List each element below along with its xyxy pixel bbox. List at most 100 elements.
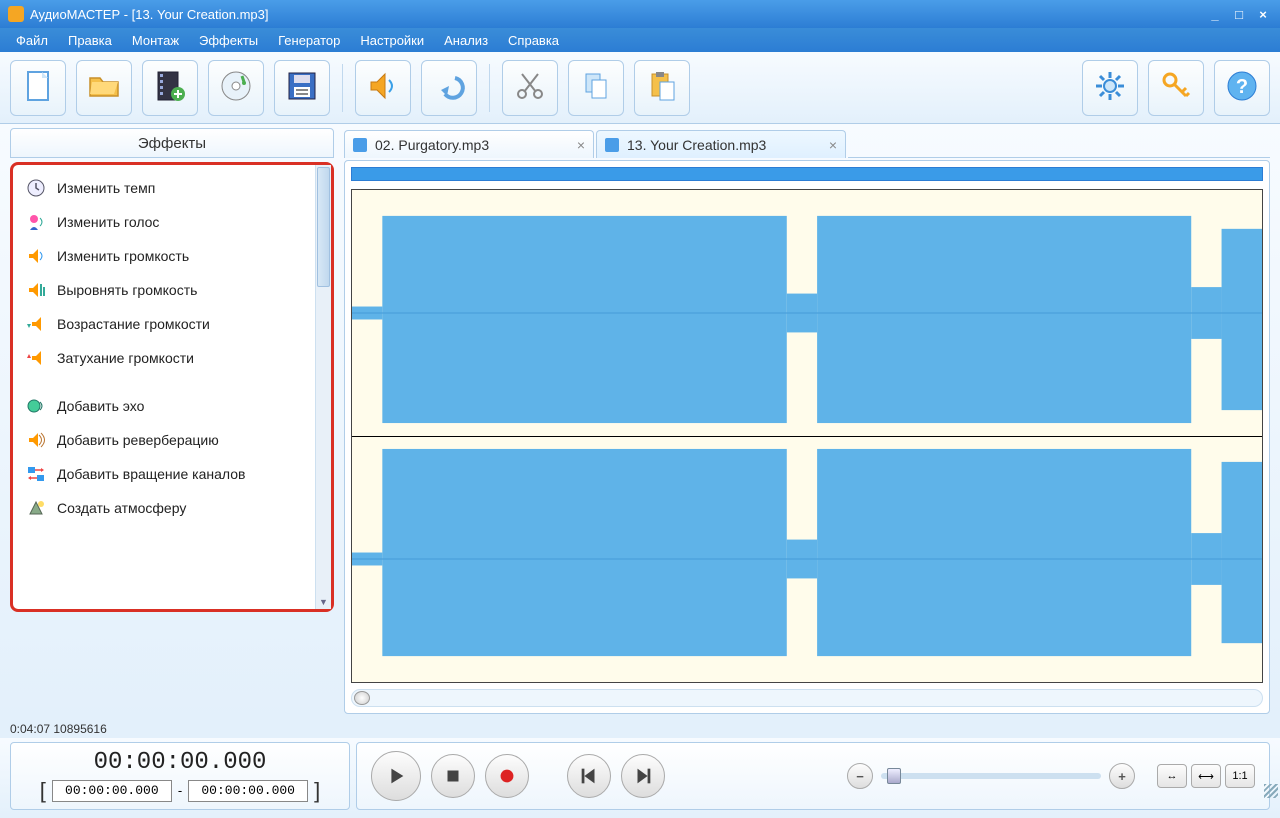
channel-rotate-icon xyxy=(25,463,47,485)
effects-panel: Эффекты Изменить темп Изменить голос Изм… xyxy=(0,124,340,720)
horizontal-scrollbar[interactable] xyxy=(351,689,1263,707)
effect-create-atmosphere[interactable]: Создать атмосферу xyxy=(17,491,311,525)
volume-effect-button[interactable] xyxy=(355,60,411,116)
scissors-icon xyxy=(512,68,548,107)
zoom-in-button[interactable]: + xyxy=(1109,763,1135,789)
menu-effects[interactable]: Эффекты xyxy=(189,30,268,51)
selection-start-input[interactable] xyxy=(52,780,172,802)
zoom-thumb[interactable] xyxy=(887,768,901,784)
next-button[interactable] xyxy=(621,754,665,798)
scroll-thumb[interactable] xyxy=(317,167,330,287)
register-button[interactable] xyxy=(1148,60,1204,116)
cut-button[interactable] xyxy=(502,60,558,116)
tab-your-creation[interactable]: 13. Your Creation.mp3 × xyxy=(596,130,846,158)
effect-change-volume[interactable]: Изменить громкость xyxy=(17,239,311,273)
effect-label: Создать атмосферу xyxy=(57,500,186,517)
menu-montage[interactable]: Монтаж xyxy=(122,30,189,51)
scroll-thumb[interactable] xyxy=(354,691,370,705)
burn-cd-button[interactable] xyxy=(208,60,264,116)
effect-change-tempo[interactable]: Изменить темп xyxy=(17,171,311,205)
close-button[interactable]: × xyxy=(1254,7,1272,21)
overview-bar[interactable] xyxy=(351,167,1263,181)
volume-down-icon xyxy=(25,347,47,369)
help-icon: ? xyxy=(1224,68,1260,107)
range-separator: - xyxy=(178,783,182,798)
maximize-button[interactable]: □ xyxy=(1230,7,1248,21)
menu-generator[interactable]: Генератор xyxy=(268,30,350,51)
fit-horizontal-button[interactable]: ↔ xyxy=(1157,764,1187,788)
save-button[interactable] xyxy=(274,60,330,116)
svg-text:?: ? xyxy=(1236,76,1248,98)
app-icon xyxy=(8,6,24,22)
help-button[interactable]: ? xyxy=(1214,60,1270,116)
tab-purgatory[interactable]: 02. Purgatory.mp3 × xyxy=(344,130,594,158)
undo-button[interactable] xyxy=(421,60,477,116)
clock-icon xyxy=(25,177,47,199)
effect-label: Изменить громкость xyxy=(57,248,189,265)
audio-file-icon xyxy=(605,138,619,152)
menu-edit[interactable]: Правка xyxy=(58,30,122,51)
import-video-button[interactable] xyxy=(142,60,198,116)
effect-channel-rotation[interactable]: Добавить вращение каналов xyxy=(17,457,311,491)
undo-icon xyxy=(431,68,467,107)
open-file-button[interactable] xyxy=(76,60,132,116)
paste-button[interactable] xyxy=(634,60,690,116)
effects-scrollbar[interactable]: ▲ ▼ xyxy=(315,165,331,609)
effect-fade-out[interactable]: Затухание громкости xyxy=(17,341,311,375)
menu-settings[interactable]: Настройки xyxy=(350,30,434,51)
effect-label: Возрастание громкости xyxy=(57,316,210,333)
stop-button[interactable] xyxy=(431,754,475,798)
copy-icon xyxy=(578,68,614,107)
record-button[interactable] xyxy=(485,754,529,798)
menu-analysis[interactable]: Анализ xyxy=(434,30,498,51)
minimize-button[interactable]: _ xyxy=(1206,7,1224,21)
selection-end-input[interactable] xyxy=(188,780,308,802)
atmosphere-icon xyxy=(25,497,47,519)
menu-help[interactable]: Справка xyxy=(498,30,569,51)
status-bar: 0:04:07 10895616 xyxy=(0,720,1280,738)
copy-button[interactable] xyxy=(568,60,624,116)
effects-list-box: Изменить темп Изменить голос Изменить гр… xyxy=(10,162,334,612)
volume-up-icon xyxy=(25,313,47,335)
tabs: 02. Purgatory.mp3 × 13. Your Creation.mp… xyxy=(344,128,1270,158)
audio-file-icon xyxy=(353,138,367,152)
zoom-controls: − + ↔ ⟷ 1:1 xyxy=(847,763,1255,789)
play-button[interactable] xyxy=(371,751,421,801)
tab-label: 13. Your Creation.mp3 xyxy=(627,137,766,153)
effect-change-voice[interactable]: Изменить голос xyxy=(17,205,311,239)
tab-close-button[interactable]: × xyxy=(577,137,585,153)
effect-label: Затухание громкости xyxy=(57,350,194,367)
waveform-display[interactable] xyxy=(351,189,1263,683)
new-file-button[interactable] xyxy=(10,60,66,116)
gear-icon xyxy=(1092,68,1128,107)
zoom-1to1-button[interactable]: 1:1 xyxy=(1225,764,1255,788)
tab-label: 02. Purgatory.mp3 xyxy=(375,137,489,153)
effect-normalize-volume[interactable]: Выровнять громкость xyxy=(17,273,311,307)
effect-label: Добавить вращение каналов xyxy=(57,466,245,483)
speaker-volume-icon xyxy=(25,245,47,267)
zoom-out-button[interactable]: − xyxy=(847,763,873,789)
status-text: 0:04:07 10895616 xyxy=(10,722,107,736)
tab-close-button[interactable]: × xyxy=(829,137,837,153)
toolbar: ? xyxy=(0,52,1280,124)
reverb-icon xyxy=(25,429,47,451)
scroll-down-icon[interactable]: ▼ xyxy=(316,595,331,609)
effect-fade-in[interactable]: Возрастание громкости xyxy=(17,307,311,341)
effect-add-reverb[interactable]: Добавить реверберацию xyxy=(17,423,311,457)
menu-file[interactable]: Файл xyxy=(6,30,58,51)
menubar: Файл Правка Монтаж Эффекты Генератор Нас… xyxy=(0,28,1280,52)
effect-label: Добавить эхо xyxy=(57,398,144,415)
resize-grip[interactable] xyxy=(1264,784,1278,798)
film-add-icon xyxy=(152,68,188,107)
zoom-slider[interactable] xyxy=(881,773,1101,779)
prev-button[interactable] xyxy=(567,754,611,798)
waveform-container xyxy=(344,160,1270,714)
fit-selection-button[interactable]: ⟷ xyxy=(1191,764,1221,788)
cd-music-icon xyxy=(218,68,254,107)
bottom-panel: 00:00:00.000 [ - ] − + ↔ ⟷ 1:1 xyxy=(0,738,1280,818)
editor-area: 02. Purgatory.mp3 × 13. Your Creation.mp… xyxy=(340,124,1280,720)
window-title: АудиоМАСТЕР - [13. Your Creation.mp3] xyxy=(30,7,1206,22)
settings-button[interactable] xyxy=(1082,60,1138,116)
effects-header: Эффекты xyxy=(10,128,334,158)
effect-add-echo[interactable]: Добавить эхо xyxy=(17,389,311,423)
